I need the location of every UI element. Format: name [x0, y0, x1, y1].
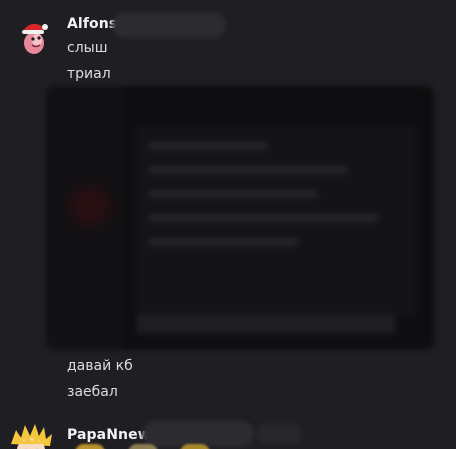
attachment-panel — [136, 126, 416, 316]
attachment-line — [148, 166, 348, 174]
blurred-timestamp — [256, 424, 302, 444]
emoji-reaction[interactable] — [75, 444, 105, 449]
username[interactable]: PapaNnew — [67, 427, 151, 443]
message-text: заебал — [67, 384, 118, 400]
username[interactable]: Alfons — [67, 16, 117, 32]
chat-view: Alfons слыш триал давай кб заебал PapaNn… — [0, 0, 456, 449]
attachment-line — [148, 142, 268, 150]
message-text: давай кб — [67, 358, 133, 374]
message-text: триал — [67, 66, 111, 82]
avatar[interactable] — [16, 16, 50, 56]
message-text: слыш — [67, 40, 108, 56]
attachment-line — [148, 190, 318, 198]
avatar[interactable] — [8, 422, 54, 449]
attachment-footer — [136, 314, 396, 334]
blurred-username-tag — [112, 12, 226, 38]
emoji-reaction[interactable] — [128, 444, 158, 449]
attachment-line — [148, 214, 378, 222]
attachment-line — [148, 238, 298, 246]
attachment-red-spot — [70, 186, 110, 226]
image-attachment[interactable] — [46, 86, 434, 350]
emoji-reaction[interactable] — [180, 444, 210, 449]
